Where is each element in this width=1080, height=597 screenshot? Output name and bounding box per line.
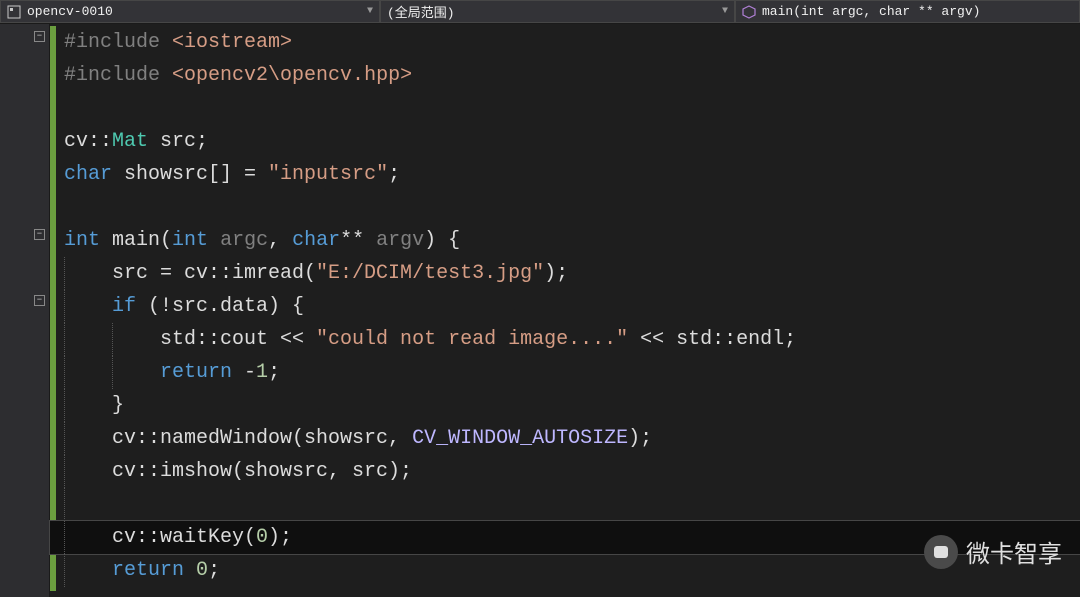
function-dropdown[interactable]: main(int argc, char ** argv) xyxy=(735,0,1080,23)
code-line: if (!src.data) { xyxy=(50,290,1080,323)
navigation-bar: opencv-0010 ▼ (全局范围) ▼ main(int argc, ch… xyxy=(0,0,1080,24)
function-icon xyxy=(742,5,756,19)
code-line: } xyxy=(50,389,1080,422)
editor-gutter: − − − xyxy=(0,24,50,597)
chevron-down-icon: ▼ xyxy=(367,6,373,17)
code-line: cv::imshow(showsrc, src); xyxy=(50,455,1080,488)
code-line: cv::Mat src; xyxy=(50,125,1080,158)
code-editor[interactable]: − − − #include <iostream> #include <open… xyxy=(0,24,1080,597)
fold-toggle[interactable]: − xyxy=(34,31,45,42)
code-line xyxy=(50,191,1080,224)
code-line: cv::namedWindow(showsrc, CV_WINDOW_AUTOS… xyxy=(50,422,1080,455)
chevron-down-icon: ▼ xyxy=(722,6,728,17)
code-line: #include <opencv2\opencv.hpp> xyxy=(50,59,1080,92)
project-label: opencv-0010 xyxy=(27,4,113,19)
fold-toggle[interactable]: − xyxy=(34,295,45,306)
code-line: int main(int argc, char** argv) { xyxy=(50,224,1080,257)
project-dropdown[interactable]: opencv-0010 ▼ xyxy=(0,0,380,23)
wechat-icon xyxy=(924,535,958,569)
watermark-text: 微卡智享 xyxy=(966,534,1062,569)
code-line: return -1; xyxy=(50,356,1080,389)
function-label: main(int argc, char ** argv) xyxy=(762,4,980,19)
code-line: char showsrc[] = "inputsrc"; xyxy=(50,158,1080,191)
watermark: 微卡智享 xyxy=(924,534,1062,569)
code-line xyxy=(50,92,1080,125)
code-line: std::cout << "could not read image...." … xyxy=(50,323,1080,356)
scope-label: (全局范围) xyxy=(387,2,455,21)
code-line xyxy=(50,488,1080,521)
fold-toggle[interactable]: − xyxy=(34,229,45,240)
code-line: #include <iostream> xyxy=(50,26,1080,59)
project-icon xyxy=(7,5,21,19)
code-content[interactable]: #include <iostream> #include <opencv2\op… xyxy=(50,24,1080,597)
code-line: src = cv::imread("E:/DCIM/test3.jpg"); xyxy=(50,257,1080,290)
scope-dropdown[interactable]: (全局范围) ▼ xyxy=(380,0,735,23)
